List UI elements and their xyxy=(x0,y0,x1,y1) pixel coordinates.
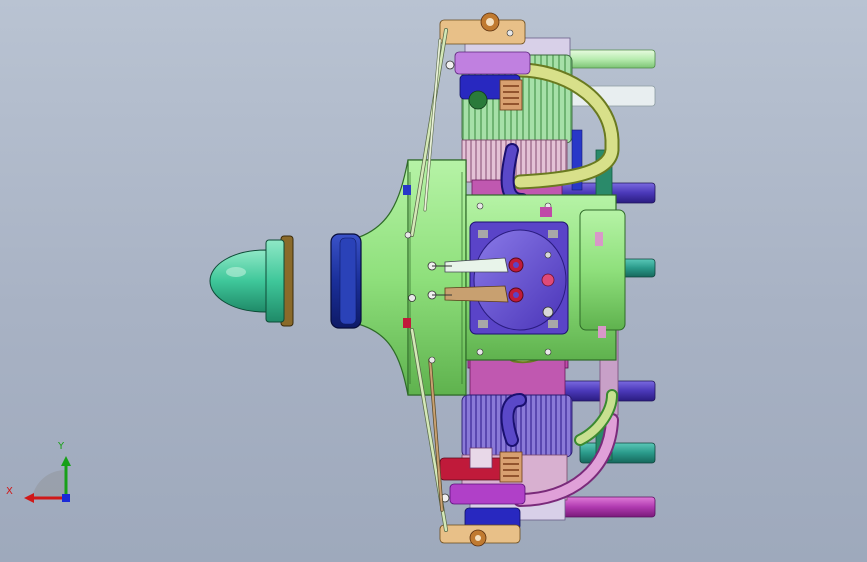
triad-y-arrowhead xyxy=(61,456,71,466)
triad-z-axis xyxy=(62,494,70,502)
axis-triad xyxy=(24,456,71,503)
prop-hub[interactable] xyxy=(330,233,362,329)
bottom-valve-gear[interactable] xyxy=(439,447,526,547)
axis-y-label: Y xyxy=(58,441,65,452)
axis-x-label: X xyxy=(6,486,13,497)
top-valve-gear[interactable] xyxy=(439,12,531,111)
triad-x-arrowhead xyxy=(24,493,34,503)
triad-plane-quadrant xyxy=(32,469,66,498)
spinner-nut[interactable] xyxy=(209,235,294,327)
front-cylinder[interactable] xyxy=(469,221,569,335)
radial-engine-model[interactable] xyxy=(0,0,867,562)
model-viewport[interactable]: X Y xyxy=(0,0,867,562)
